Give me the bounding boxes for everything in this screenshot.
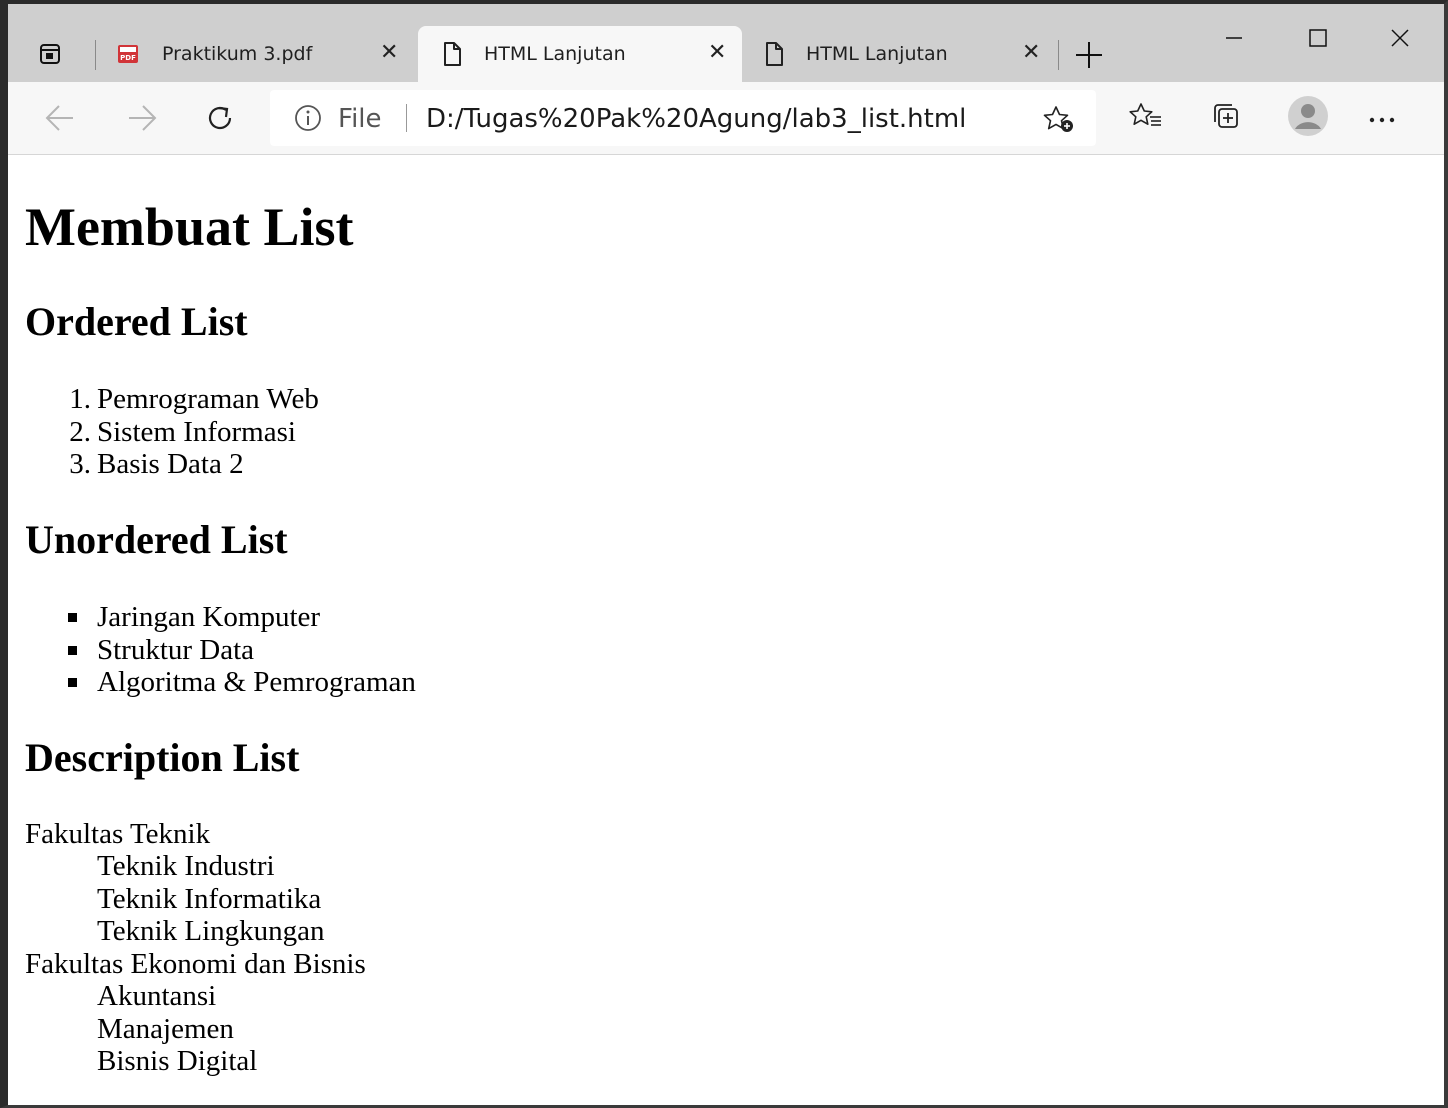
add-favorite-icon[interactable] [1042,104,1076,134]
browser-chrome: PDF Praktikum 3.pdf ✕ HTML Lanjutan ✕ HT… [8,4,1444,155]
list-item-text: Algoritma & Pemrograman [97,666,416,698]
list-item-text: Basis Data 2 [97,448,244,480]
profile-button[interactable] [1280,82,1336,154]
list-item: Jaringan Komputer [68,601,321,633]
tab-title: Praktikum 3.pdf [162,43,313,65]
list-number: 3. [69,448,91,480]
square-bullet [68,646,77,655]
ordered-list-heading: Ordered List [25,299,248,344]
description-list-heading: Description List [25,735,300,780]
collections-button[interactable] [1198,82,1254,154]
description-definition: Manajemen [97,1013,234,1045]
page-icon [440,41,464,67]
tab-praktikum[interactable]: PDF Praktikum 3.pdf ✕ [102,26,414,82]
list-item-text: Pemrograman Web [97,383,319,415]
list-item: Struktur Data [68,634,255,666]
svg-text:PDF: PDF [120,54,136,62]
description-definition: Teknik Lingkungan [97,915,325,947]
close-window-button[interactable] [1380,18,1420,58]
description-definition: Bisnis Digital [97,1045,258,1077]
close-tab-icon[interactable]: ✕ [1022,40,1040,65]
browser-toolbar: File D:/Tugas%20Pak%20Agung/lab3_list.ht… [8,82,1444,155]
tab-title: HTML Lanjutan [806,43,948,65]
page-icon [762,41,786,67]
back-button[interactable] [32,82,88,154]
minimize-button[interactable] [1214,18,1254,58]
list-item: 1. Pemrograman Web [69,383,319,415]
description-term: Fakultas Teknik [25,818,211,850]
unordered-list-heading: Unordered List [25,517,288,562]
description-definition: Teknik Informatika [97,883,322,915]
list-item-text: Struktur Data [97,634,255,666]
list-item-text: Jaringan Komputer [97,601,321,633]
square-bullet [68,678,77,687]
pdf-icon: PDF [116,42,140,66]
close-tab-icon[interactable]: ✕ [708,40,726,65]
list-item: 2. Sistem Informasi [69,416,296,448]
tab-strip: PDF Praktikum 3.pdf ✕ HTML Lanjutan ✕ HT… [8,4,1444,82]
favorites-icon [1129,101,1163,135]
list-number: 1. [69,383,91,415]
square-bullet [68,613,77,622]
list-number: 2. [69,416,91,448]
ellipsis-icon [1368,109,1396,128]
info-icon[interactable] [294,104,322,132]
description-definition: Teknik Industri [97,850,275,882]
page-title: Membuat List [25,197,354,257]
refresh-button[interactable] [192,82,248,154]
list-item-text: Sistem Informasi [97,416,296,448]
close-tab-icon[interactable]: ✕ [380,40,398,65]
tab-divider [95,40,96,70]
maximize-button[interactable] [1298,18,1338,58]
url-text[interactable]: D:/Tugas%20Pak%20Agung/lab3_list.html [426,104,966,134]
tab-actions-icon[interactable] [38,42,62,66]
avatar-icon [1287,95,1329,141]
favorites-button[interactable] [1118,82,1174,154]
tab-html-lanjutan[interactable]: HTML Lanjutan ✕ [742,26,1052,82]
scheme-label: File [338,104,382,134]
more-menu-button[interactable] [1354,82,1410,154]
list-item: Algoritma & Pemrograman [68,666,416,698]
forward-button[interactable] [114,82,170,154]
page-content: Membuat List Ordered List 1. Pemrograman… [8,155,1444,1105]
collections-icon [1210,100,1242,136]
address-divider [406,104,407,132]
tab-title: HTML Lanjutan [484,43,626,65]
tab-html-lanjutan-active[interactable]: HTML Lanjutan ✕ [418,26,742,82]
address-bar[interactable]: File D:/Tugas%20Pak%20Agung/lab3_list.ht… [270,90,1096,146]
list-item: 3. Basis Data 2 [69,448,244,480]
description-term: Fakultas Ekonomi dan Bisnis [25,948,366,980]
tab-divider [1058,40,1059,70]
description-definition: Akuntansi [97,980,217,1012]
new-tab-button[interactable] [1074,40,1104,70]
